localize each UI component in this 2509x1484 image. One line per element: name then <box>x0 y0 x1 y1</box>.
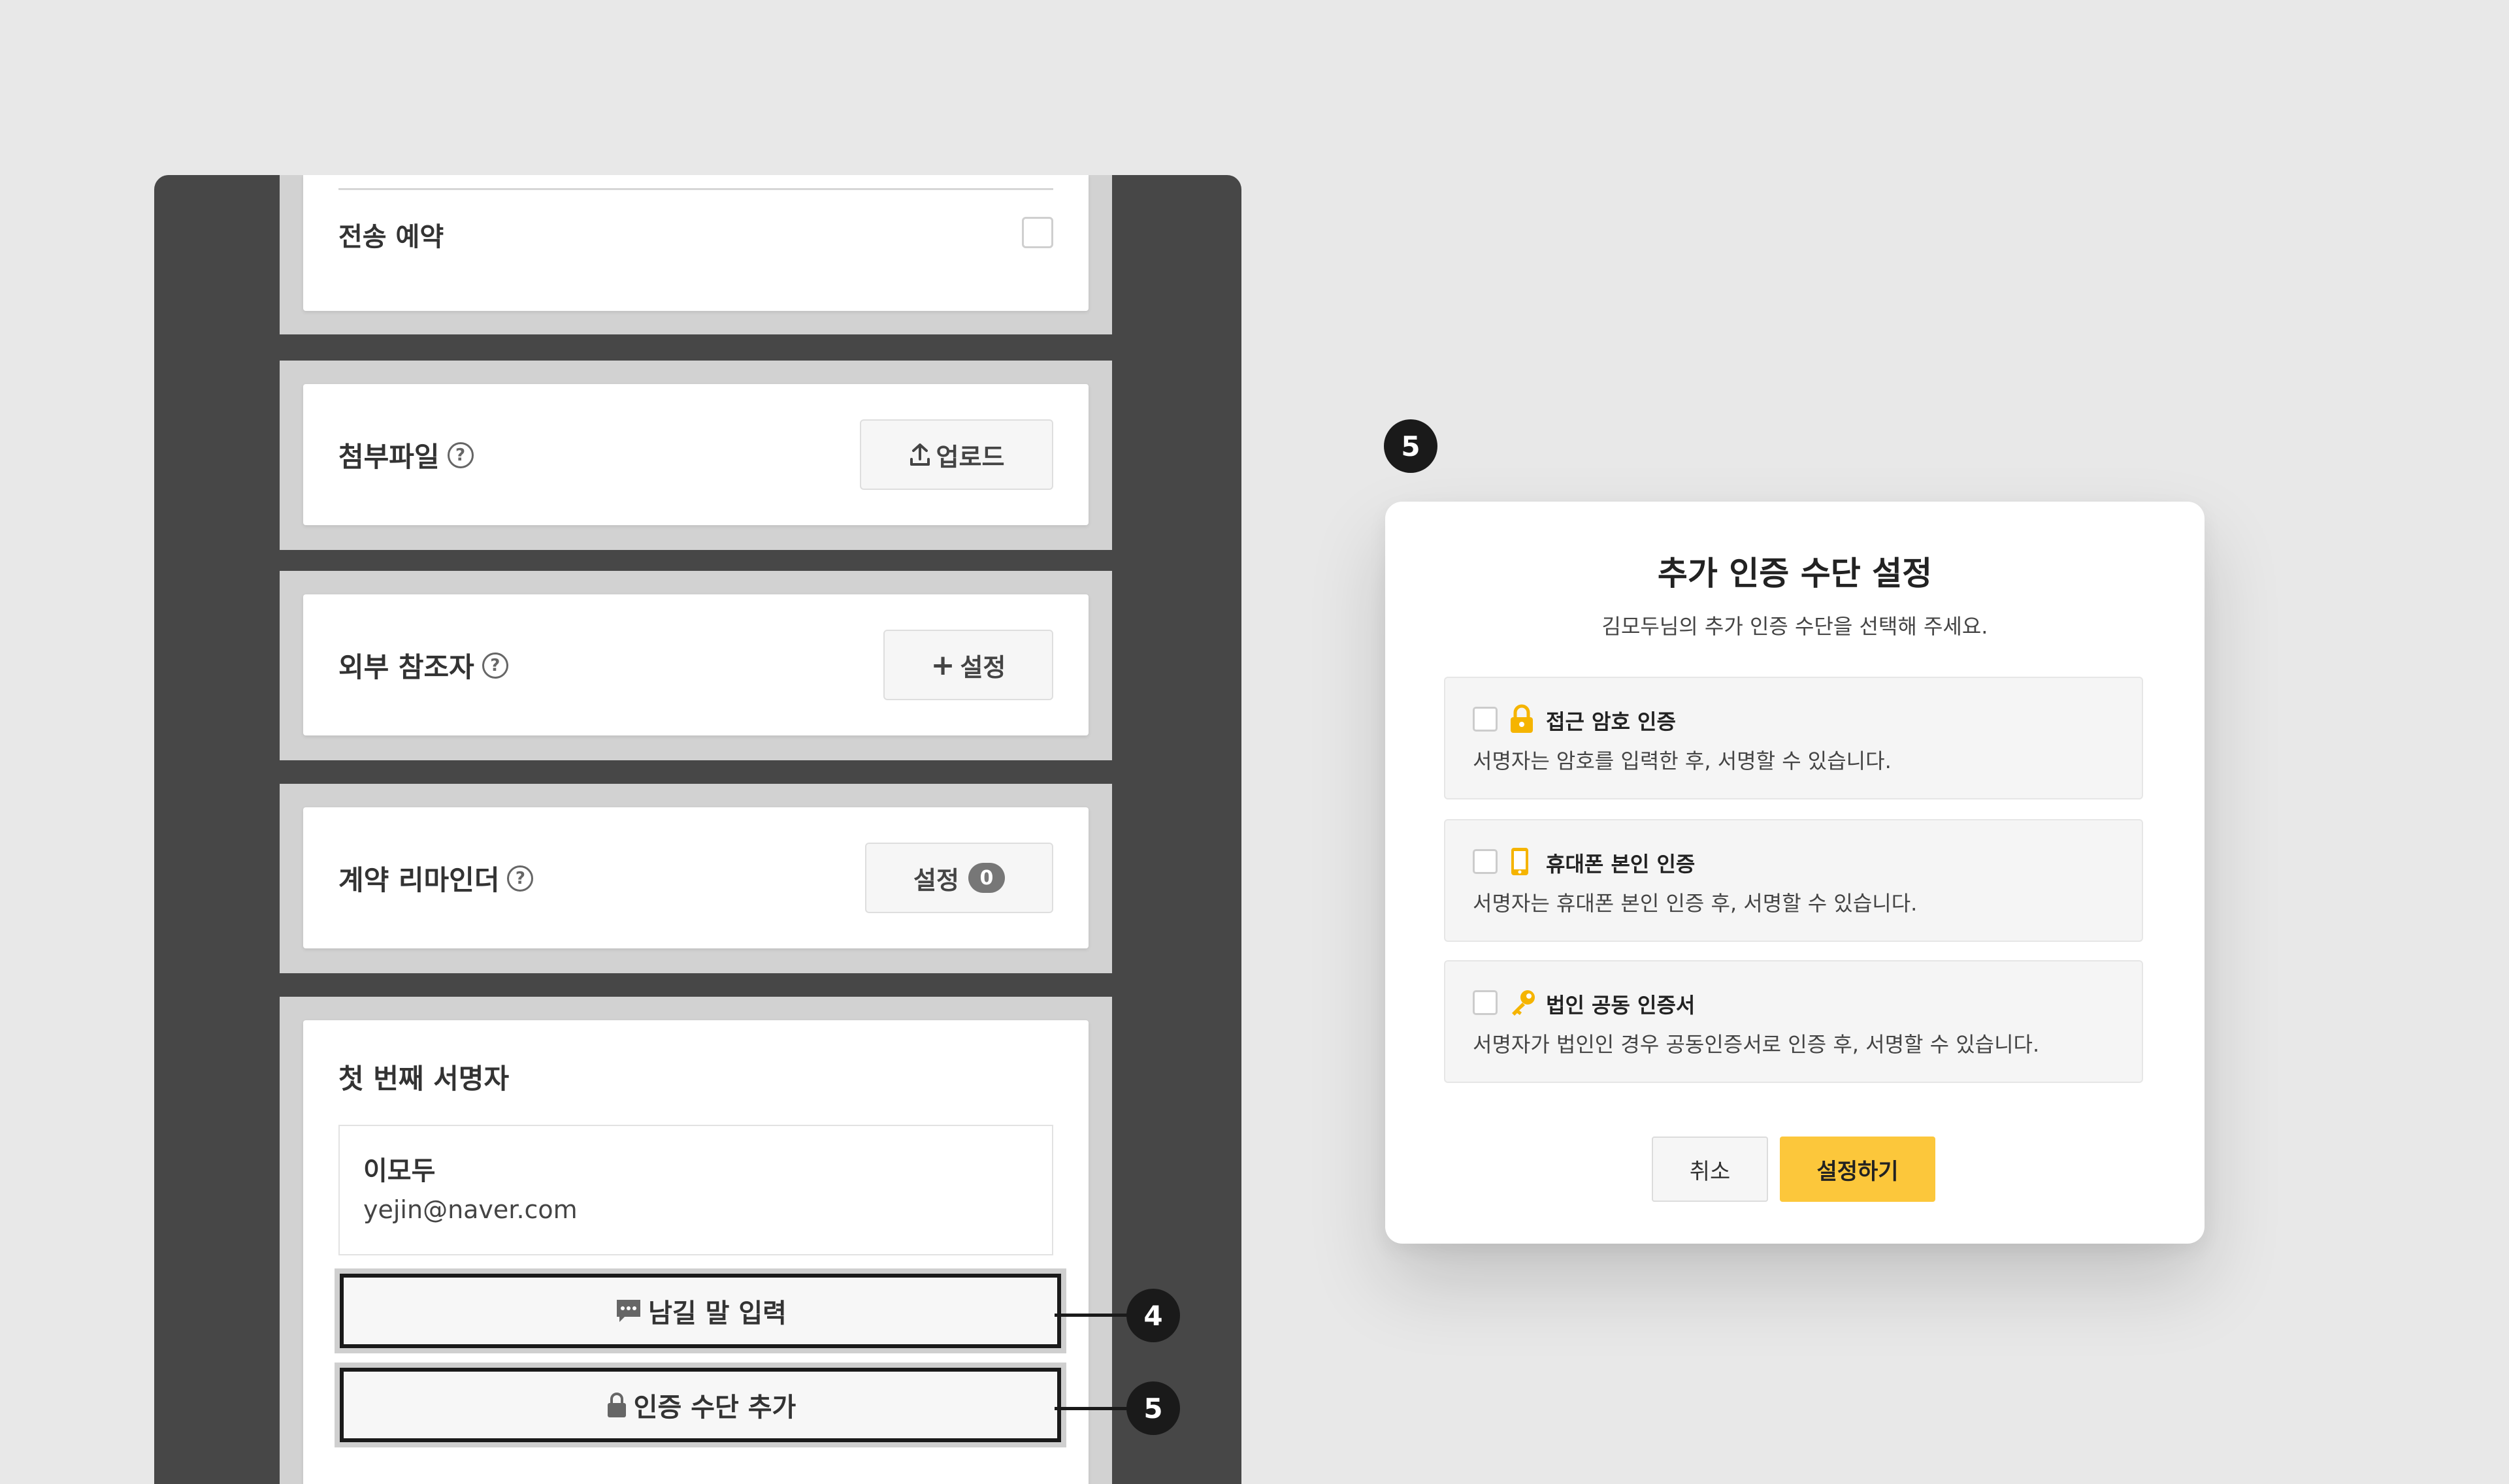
cancel-button[interactable]: 취소 <box>1652 1137 1768 1202</box>
option-title: 휴대폰 본인 인증 <box>1546 852 1696 877</box>
help-icon[interactable]: ? <box>447 442 474 468</box>
option-phone[interactable]: 휴대폰 본인 인증 서명자는 휴대폰 본인 인증 후, 서명할 수 있습니다. <box>1444 819 2143 942</box>
option-description: 서명자는 휴대폰 본인 인증 후, 서명할 수 있습니다. <box>1473 891 1918 916</box>
auth-button-wrap: 인증 수단 추가 <box>335 1363 1066 1447</box>
callout-badge-4: 4 <box>1126 1289 1180 1342</box>
divider <box>338 188 1053 190</box>
signer-name: 이모두 <box>363 1156 436 1186</box>
first-signer-card: 첫 번째 서명자 이모두 yejin@naver.com 남길 말 입력 인증 … <box>303 1020 1089 1484</box>
upload-icon <box>910 444 930 466</box>
reminder-section: 계약 리마인더 ? 설정 0 <box>280 784 1112 973</box>
schedule-section: 전송 예약 <box>280 175 1112 334</box>
option-certificate[interactable]: 법인 공동 인증서 서명자가 법인인 경우 공동인증서로 인증 후, 서명할 수… <box>1444 960 2143 1083</box>
reminder-card: 계약 리마인더 ? 설정 0 <box>303 807 1089 948</box>
schedule-checkbox[interactable] <box>1022 217 1053 248</box>
external-ref-setting-button[interactable]: + 설정 <box>883 630 1053 700</box>
callout-badge-5: 5 <box>1126 1381 1180 1435</box>
external-ref-section: 외부 참조자 ? + 설정 <box>280 571 1112 760</box>
plus-icon: + <box>930 648 955 682</box>
message-button-wrap: 남길 말 입력 <box>335 1268 1066 1353</box>
reminder-label: 계약 리마인더 ? <box>338 858 534 898</box>
option-checkbox[interactable] <box>1473 990 1498 1015</box>
option-title: 접근 암호 인증 <box>1546 709 1676 734</box>
contract-form-panel: 전송 예약 첨부파일 ? 업로드 외부 참조자 ? + 설정 계약 리마인더 ?… <box>154 175 1241 1484</box>
speech-bubble-icon <box>617 1300 641 1322</box>
message-button[interactable]: 남길 말 입력 <box>340 1274 1061 1348</box>
phone-icon <box>1511 848 1528 875</box>
reminder-count-badge: 0 <box>968 863 1005 893</box>
first-signer-section: 첫 번째 서명자 이모두 yejin@naver.com 남길 말 입력 인증 … <box>280 997 1112 1484</box>
attachment-section: 첨부파일 ? 업로드 <box>280 361 1112 550</box>
callout-badge-modal: 5 <box>1384 419 1437 473</box>
confirm-button[interactable]: 설정하기 <box>1780 1137 1935 1202</box>
option-password[interactable]: 접근 암호 인증 서명자는 암호를 입력한 후, 서명할 수 있습니다. <box>1444 677 2143 799</box>
option-description: 서명자가 법인인 경우 공동인증서로 인증 후, 서명할 수 있습니다. <box>1473 1032 2040 1057</box>
reminder-setting-button[interactable]: 설정 0 <box>865 843 1053 913</box>
modal-subtitle: 김모두님의 추가 인증 수단을 선택해 주세요. <box>1601 614 1988 639</box>
option-description: 서명자는 암호를 입력한 후, 서명할 수 있습니다. <box>1473 749 1892 773</box>
help-icon[interactable]: ? <box>507 865 534 892</box>
signer-email: yejin@naver.com <box>363 1195 578 1224</box>
external-ref-card: 외부 참조자 ? + 설정 <box>303 594 1089 735</box>
option-checkbox[interactable] <box>1473 707 1498 732</box>
add-auth-method-button[interactable]: 인증 수단 추가 <box>340 1368 1061 1442</box>
schedule-label: 전송 예약 <box>338 222 444 252</box>
first-signer-title: 첫 번째 서명자 <box>338 1063 510 1095</box>
lock-icon <box>1511 704 1533 733</box>
modal-title: 추가 인증 수단 설정 <box>1657 555 1933 592</box>
auth-method-modal: 추가 인증 수단 설정 김모두님의 추가 인증 수단을 선택해 주세요. 접근 … <box>1385 502 2205 1244</box>
lock-icon <box>607 1393 626 1417</box>
help-icon[interactable]: ? <box>482 652 508 679</box>
option-checkbox[interactable] <box>1473 849 1498 874</box>
attachment-card: 첨부파일 ? 업로드 <box>303 384 1089 525</box>
upload-button[interactable]: 업로드 <box>860 419 1053 490</box>
attachment-label: 첨부파일 ? <box>338 435 474 475</box>
option-title: 법인 공동 인증서 <box>1546 993 1696 1018</box>
callout-line-5 <box>1055 1407 1128 1410</box>
external-ref-label: 외부 참조자 ? <box>338 645 508 685</box>
signer-info-box: 이모두 yejin@naver.com <box>338 1125 1053 1255</box>
key-icon <box>1512 990 1535 1016</box>
schedule-card: 전송 예약 <box>303 175 1089 311</box>
callout-line-4 <box>1055 1314 1128 1317</box>
